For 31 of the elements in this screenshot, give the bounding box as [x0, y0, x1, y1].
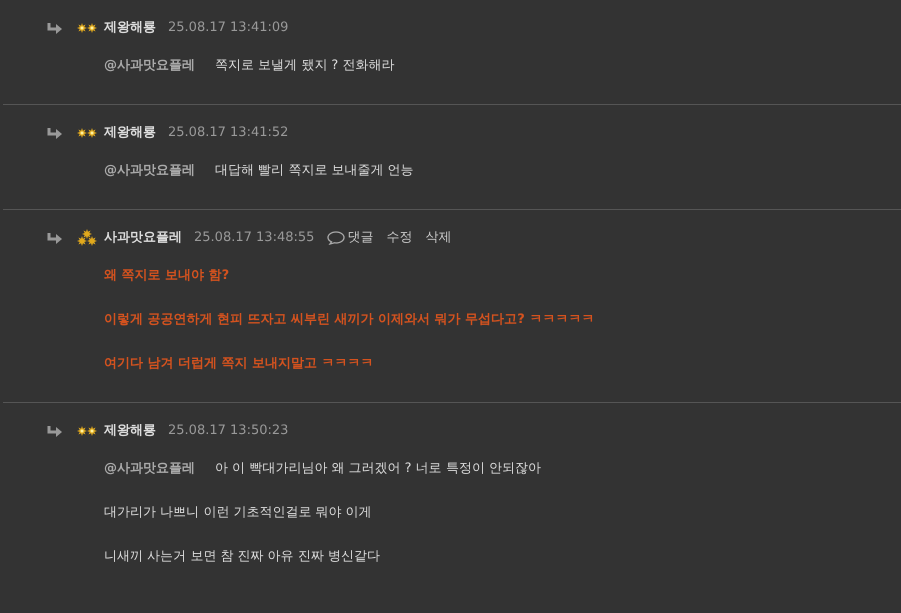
author-name[interactable]: 사과맛요플레 — [104, 228, 182, 248]
comment-text: 대가리가 나쁘니 이런 기초적인걸로 뭐야 이게 — [104, 504, 372, 522]
sparkle-badge-icon — [77, 127, 97, 139]
author-name[interactable]: 제왕해룡 — [104, 421, 156, 441]
timestamp: 25.08.17 13:41:52 — [168, 124, 288, 142]
reply-arrow-icon — [47, 126, 63, 140]
timestamp: 25.08.17 13:41:09 — [168, 19, 288, 38]
mention-link[interactable]: @사과맛요플레 — [104, 56, 195, 76]
reply-arrow-icon — [47, 424, 63, 438]
reply-arrow-icon — [47, 22, 63, 34]
comment-text: 왜 쪽지로 보내야 함? — [104, 267, 230, 286]
comment-text: 쪽지로 보낼게 됐지 ? 전화해라 — [215, 57, 394, 76]
comment-text: 대답해 빨리 쪽지로 보내줄게 언능 — [215, 162, 414, 180]
timestamp: 25.08.17 13:48:55 — [194, 229, 314, 248]
comment-text: 니새끼 사는거 보면 참 진짜 아유 진짜 병신같다 — [104, 548, 380, 566]
sparkle-badge-icon — [77, 425, 97, 437]
reply-button[interactable]: 댓글 — [327, 228, 374, 248]
comment-text: 아 이 빡대가리님아 왜 그러겠어 ? 너로 특정이 안되잖아 — [215, 460, 541, 478]
comment-text: 여기다 남겨 더럽게 쪽지 보내지말고 ㅋㅋㅋㅋ — [104, 355, 374, 374]
action-link[interactable]: 삭제 — [425, 228, 452, 248]
mention-link[interactable]: @사과맛요플레 — [104, 459, 195, 479]
sparkle-badge-icon — [77, 22, 97, 34]
sparkle-badge-icon — [77, 229, 97, 247]
speech-bubble-icon — [327, 231, 346, 245]
author-name[interactable]: 제왕해룡 — [104, 123, 156, 143]
timestamp: 25.08.17 13:50:23 — [168, 422, 288, 440]
reply-arrow-icon — [47, 232, 63, 244]
mention-link[interactable]: @사과맛요플레 — [104, 161, 195, 181]
action-link[interactable]: 수정 — [386, 228, 412, 248]
author-name[interactable]: 제왕해룡 — [104, 18, 156, 38]
comment-text: 이렇게 공공연하게 현피 뜨자고 씨부린 새끼가 이제와서 뭐가 무섭다고? ㅋㅋㅋㅋㅋ — [104, 311, 594, 330]
